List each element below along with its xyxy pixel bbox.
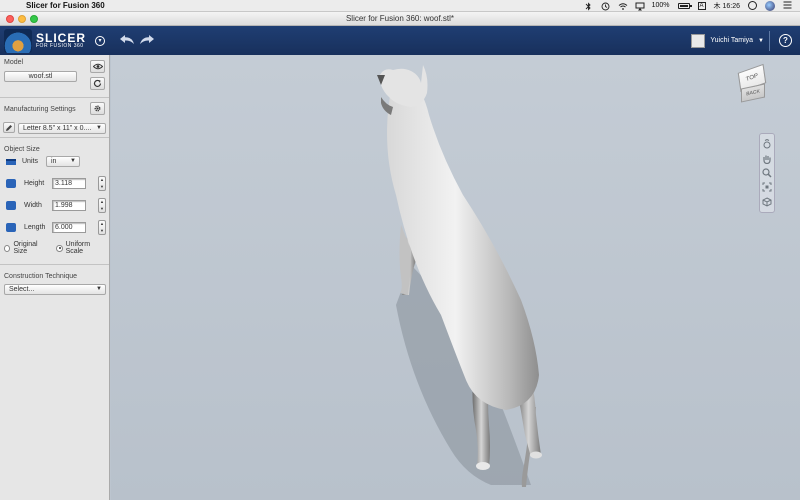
logo-text: SLICER FOR FUSION 360 xyxy=(36,32,86,49)
model-file-button[interactable]: woof.stl xyxy=(4,71,77,82)
app-toolbar: SLICER FOR FUSION 360 ▾ Yuichi Tamiya ▼ … xyxy=(0,26,800,55)
view-cube[interactable]: TOP BACK xyxy=(735,63,769,104)
length-input[interactable]: 6.000 xyxy=(52,222,86,233)
bluetooth-icon[interactable] xyxy=(584,1,593,11)
model-render[interactable] xyxy=(111,55,800,500)
visibility-toggle-button[interactable] xyxy=(90,60,105,73)
redo-button[interactable] xyxy=(139,33,155,48)
object-size-section: Object Size Units in ▼ Height 3.118 ▲ ▼ W… xyxy=(0,138,109,265)
edit-machine-button[interactable] xyxy=(3,122,15,133)
height-input[interactable]: 3.118 xyxy=(52,178,86,189)
original-size-label: Original Size xyxy=(13,241,38,255)
chevron-down-icon: ▼ xyxy=(70,158,76,164)
original-size-radio[interactable] xyxy=(4,244,11,252)
construction-select[interactable]: Select... ▼ xyxy=(4,284,106,295)
scale-mode-row: Original Size Uniform Scale xyxy=(4,241,105,255)
user-name: Yuichi Tamiya xyxy=(710,37,754,44)
menubar-status-area: 100% A 木 16:26 xyxy=(584,0,800,11)
fit-to-view-icon[interactable] xyxy=(762,182,772,192)
window-titlebar: Slicer for Fusion 360: woof.stl* xyxy=(0,12,800,26)
machine-select-value: Letter 8.5" x 11" x 0.... xyxy=(23,125,92,132)
width-row: Width 1.998 ▲ ▼ xyxy=(4,198,106,213)
object-size-label: Object Size xyxy=(4,146,40,153)
battery-level-fill xyxy=(679,4,688,7)
construction-label: Construction Technique xyxy=(4,273,78,280)
notification-center-icon[interactable] xyxy=(783,1,792,11)
uniform-scale-label: Uniform Scale xyxy=(65,241,91,255)
navigation-bar xyxy=(759,133,775,213)
time-machine-icon[interactable] xyxy=(601,2,610,10)
user-dropdown-icon: ▼ xyxy=(758,37,764,44)
app-menu-name[interactable]: Slicer for Fusion 360 xyxy=(26,1,105,10)
height-label: Height xyxy=(24,180,45,187)
height-stepper[interactable]: ▲ ▼ xyxy=(98,176,106,191)
orbit-icon[interactable] xyxy=(762,139,772,149)
width-dimension-icon xyxy=(6,201,16,210)
view-mode-cube-icon[interactable] xyxy=(762,197,772,207)
construction-section: Construction Technique Select... ▼ xyxy=(0,265,109,299)
manufacturing-section: Manufacturing Settings Letter 8.5" x 11"… xyxy=(0,98,109,138)
3d-viewport[interactable]: TOP BACK xyxy=(111,55,800,500)
manufacturing-settings-gear-button[interactable] xyxy=(90,102,105,115)
length-stepper[interactable]: ▲ ▼ xyxy=(98,220,106,235)
units-select-value: in xyxy=(51,158,57,165)
window-minimize-button[interactable] xyxy=(18,14,26,23)
app-menu-dropdown-icon[interactable]: ▾ xyxy=(95,35,105,46)
height-row: Height 3.118 ▲ ▼ xyxy=(4,176,106,191)
units-label: Units xyxy=(22,158,38,165)
clock[interactable]: 木 16:26 xyxy=(714,1,740,11)
battery-percent: 100% xyxy=(651,2,670,9)
reload-button[interactable] xyxy=(90,77,105,90)
window-close-button[interactable] xyxy=(6,14,14,23)
units-select[interactable]: in ▼ xyxy=(46,156,80,167)
height-dimension-icon xyxy=(6,179,16,188)
slicer-logo-icon xyxy=(4,28,32,53)
pan-hand-icon[interactable] xyxy=(762,154,772,164)
uniform-scale-radio[interactable] xyxy=(56,244,63,252)
length-row: Length 6.000 ▲ ▼ xyxy=(4,220,106,235)
units-row: Units in ▼ xyxy=(4,155,105,168)
airplay-icon[interactable] xyxy=(635,2,645,10)
window-controls xyxy=(0,14,38,23)
length-label: Length xyxy=(24,224,46,231)
window-title: Slicer for Fusion 360: woof.stl* xyxy=(345,14,455,23)
user-menu[interactable]: Yuichi Tamiya ▼ ? xyxy=(691,30,800,51)
width-label: Width xyxy=(24,202,42,209)
toolbar-divider xyxy=(769,30,770,51)
user-account-icon[interactable] xyxy=(765,0,775,11)
zoom-icon[interactable] xyxy=(762,168,772,178)
undo-button[interactable] xyxy=(119,33,135,48)
wifi-icon[interactable] xyxy=(618,2,627,10)
logo-subtitle: FOR FUSION 360 xyxy=(36,43,84,49)
width-stepper[interactable]: ▲ ▼ xyxy=(98,198,106,213)
machine-select[interactable]: Letter 8.5" x 11" x 0.... ▼ xyxy=(18,123,106,134)
window-zoom-button[interactable] xyxy=(30,14,38,23)
ruler-icon xyxy=(6,158,16,165)
siri-icon[interactable] xyxy=(748,1,757,10)
input-source-indicator[interactable]: A xyxy=(697,1,706,10)
os-menubar: Slicer for Fusion 360 100% A 木 16:26 xyxy=(0,0,800,12)
user-avatar xyxy=(691,33,706,48)
width-input[interactable]: 1.998 xyxy=(52,200,86,211)
chevron-down-icon: ▼ xyxy=(96,125,102,131)
slicer-logo: SLICER FOR FUSION 360 xyxy=(0,26,95,55)
length-dimension-icon xyxy=(6,223,16,232)
chevron-down-icon: ▼ xyxy=(96,286,102,292)
battery-icon[interactable] xyxy=(677,2,692,9)
help-button[interactable]: ? xyxy=(779,34,792,47)
model-section: Model woof.stl xyxy=(0,55,109,98)
settings-panel: Model woof.stl Manufacturing Settings Le… xyxy=(0,55,110,500)
construction-select-value: Select... xyxy=(9,286,35,293)
